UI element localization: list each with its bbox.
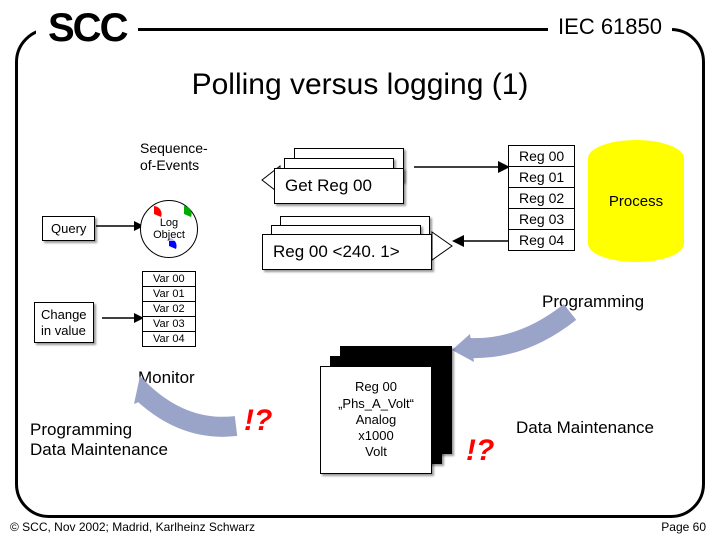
programming-data-maintenance-left: Programming Data Maintenance [30, 420, 168, 461]
seq-l2: of-Events [140, 157, 199, 173]
reg-row: Reg 01 [509, 167, 574, 188]
log-l1: Log [160, 217, 178, 229]
change-in-value-box: Change in value [34, 302, 94, 343]
seq-l1: Sequence- [140, 140, 208, 156]
query-box: Query [42, 216, 95, 241]
resp-reg-tag-front: Reg 00 <240. 1> [262, 234, 432, 270]
programming-label: Programming [542, 292, 644, 312]
process-cylinder: Process [588, 140, 684, 262]
data-maintenance-label: Data Maintenance [516, 418, 654, 438]
page-title: Polling versus logging (1) [0, 68, 720, 102]
bang-right: !? [466, 434, 494, 468]
scroll-l3: Analog [356, 412, 396, 427]
reg-row: Reg 03 [509, 209, 574, 230]
reg-row: Reg 02 [509, 188, 574, 209]
var-row: Var 03 [143, 317, 195, 332]
scroll-l2: „Phs_A_Volt“ [338, 396, 414, 411]
pm-l1: Programming [30, 420, 132, 439]
var-row: Var 00 [143, 272, 195, 287]
footer-page: Page 60 [661, 520, 706, 534]
pm-l2: Data Maintenance [30, 440, 168, 459]
get-reg-tag-front: Get Reg 00 [274, 168, 404, 204]
var-row: Var 04 [143, 332, 195, 346]
scroll-l5: Volt [365, 444, 387, 459]
bang-left: !? [244, 404, 272, 438]
standard-label: IEC 61850 [548, 14, 672, 40]
scroll-l1: Reg 00 [355, 379, 397, 394]
reg-row: Reg 00 [509, 146, 574, 167]
sequence-of-events-label: Sequence- of-Events [140, 140, 208, 174]
process-label: Process [609, 193, 663, 210]
logo: SCC [36, 6, 138, 51]
change-l2: in value [41, 323, 86, 338]
var-table: Var 00 Var 01 Var 02 Var 03 Var 04 [142, 271, 196, 347]
scroll-front: Reg 00 „Phs_A_Volt“ Analog x1000 Volt [320, 366, 432, 474]
reg-row: Reg 04 [509, 230, 574, 250]
footer-copyright: © SCC, Nov 2002; Madrid, Karlheinz Schwa… [10, 520, 255, 534]
scroll-l4: x1000 [358, 428, 393, 443]
reg-table: Reg 00 Reg 01 Reg 02 Reg 03 Reg 04 [508, 145, 575, 251]
monitor-label: Monitor [138, 368, 195, 388]
var-row: Var 02 [143, 302, 195, 317]
log-object-circle: Log Object [140, 200, 198, 258]
var-row: Var 01 [143, 287, 195, 302]
change-l1: Change [41, 307, 87, 322]
log-l2: Object [153, 229, 185, 241]
